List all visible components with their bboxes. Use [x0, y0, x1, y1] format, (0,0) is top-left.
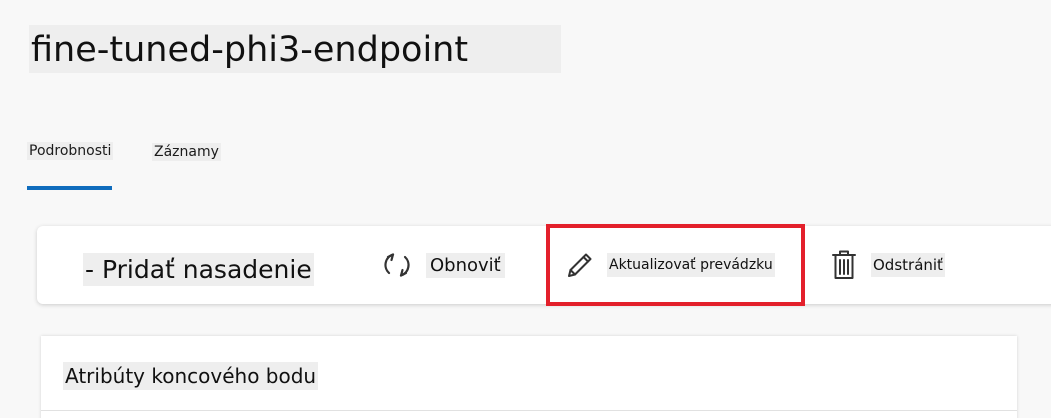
update-traffic-label: Aktualizovať prevádzku: [607, 253, 775, 277]
add-deployment-button[interactable]: - Pridať nasadenie: [83, 253, 314, 286]
trash-icon: [831, 249, 857, 281]
endpoint-toolbar: - Pridať nasadenie Obnoviť Aktualizovať …: [37, 226, 1051, 304]
refresh-button[interactable]: Obnoviť: [381, 248, 505, 282]
refresh-label: Obnoviť: [426, 252, 505, 278]
tab-details[interactable]: Podrobnosti: [27, 142, 114, 160]
pencil-icon: [565, 250, 595, 280]
endpoint-attributes-card: Atribúty koncového bodu: [41, 336, 1017, 418]
update-traffic-button[interactable]: Aktualizovať prevádzku: [565, 250, 775, 280]
active-tab-indicator: [27, 186, 112, 190]
endpoint-page: fine-tuned-phi3-endpoint Podrobnosti Záz…: [0, 0, 1051, 418]
card-title: Atribúty koncového bodu: [63, 362, 319, 390]
tab-logs[interactable]: Záznamy: [152, 143, 221, 161]
add-deployment-label: - Pridať nasadenie: [83, 253, 314, 286]
page-title: fine-tuned-phi3-endpoint: [29, 25, 561, 73]
card-divider: [41, 410, 1017, 411]
tab-bar: Podrobnosti Záznamy: [0, 130, 1051, 192]
delete-label: Odstrániť: [871, 253, 945, 277]
delete-button[interactable]: Odstrániť: [831, 249, 945, 281]
refresh-icon: [381, 248, 413, 282]
